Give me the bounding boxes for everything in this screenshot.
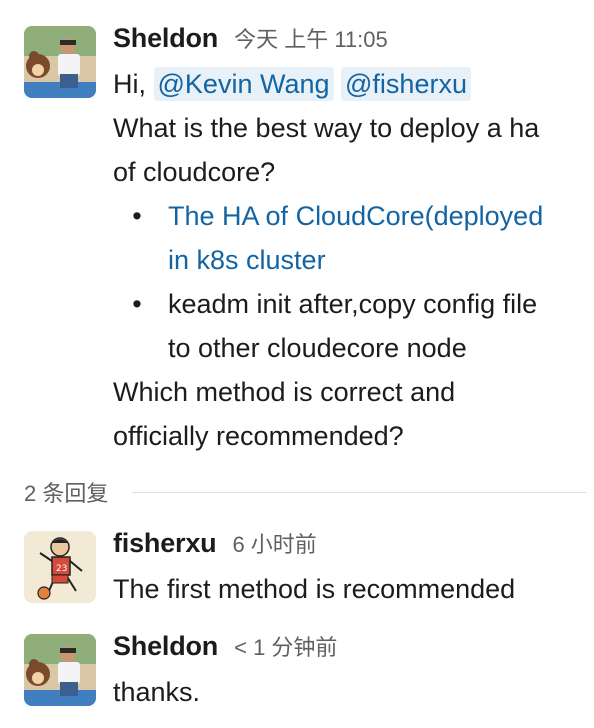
mention-kevin-wang[interactable]: @Kevin Wang [153, 67, 334, 101]
avatar-sheldon[interactable] [24, 26, 96, 98]
bullet-link-line-2[interactable]: in k8s cluster [113, 238, 586, 282]
thread-replies-divider: 2 条回复 [24, 474, 586, 510]
message-timestamp[interactable]: 今天 上午 11:05 [234, 22, 388, 54]
bullet-icon: • [132, 201, 142, 231]
avatar-sheldon[interactable] [24, 634, 96, 706]
message-text: The first method is recommended [113, 574, 516, 604]
message-content: Sheldon 今天 上午 11:05 Hi, @Kevin Wang @fis… [113, 22, 586, 458]
replies-count: 2 条回复 [24, 481, 109, 506]
bullet-text-line-1: keadm init after,copy config file [168, 289, 538, 319]
mention-fisherxu[interactable]: @fisherxu [341, 67, 471, 101]
bullet-link-line-1[interactable]: The HA of CloudCore(deployed [113, 194, 586, 238]
question-line-1: What is the best way to deploy a ha [113, 113, 540, 143]
list-item-continuation: to other cloudecore node [113, 326, 586, 370]
message-timestamp[interactable]: < 1 分钟前 [234, 630, 337, 662]
message-content: Sheldon < 1 分钟前 thanks. [113, 630, 586, 714]
greeting-line: Hi, @Kevin Wang @fisherxu [113, 62, 586, 106]
list-item: • The HA of CloudCore(deployed [113, 194, 586, 238]
list-item: • keadm init after,copy config file [113, 282, 586, 326]
message-header: fisherxu 6 小时前 [113, 527, 586, 567]
avatar-photo-sheldon [24, 26, 96, 98]
question-line-2: of cloudcore? [113, 157, 276, 187]
message-content: fisherxu 6 小时前 The first method is recom… [113, 527, 586, 611]
avatar-photo-sheldon [24, 634, 96, 706]
message-header: Sheldon < 1 分钟前 [113, 630, 586, 670]
greeting-text: Hi, [113, 69, 146, 99]
author-name[interactable]: Sheldon [113, 23, 218, 54]
author-name[interactable]: Sheldon [113, 631, 218, 662]
closing-line-1: Which method is correct and [113, 377, 456, 407]
closing-line-2: officially recommended? [113, 421, 404, 451]
message-header: Sheldon 今天 上午 11:05 [113, 22, 586, 62]
message-timestamp[interactable]: 6 小时前 [232, 527, 316, 559]
message-text: thanks. [113, 677, 201, 707]
divider-line [132, 491, 586, 493]
svg-text:23: 23 [56, 564, 67, 574]
avatar-fisherxu[interactable]: 23 [24, 531, 96, 603]
list-item-continuation: in k8s cluster [113, 238, 586, 282]
bullet-icon: • [132, 289, 142, 319]
bullet-text-line-2: to other cloudecore node [168, 333, 467, 363]
avatar-drawing-fisherxu: 23 [24, 531, 96, 603]
author-name[interactable]: fisherxu [113, 528, 217, 559]
